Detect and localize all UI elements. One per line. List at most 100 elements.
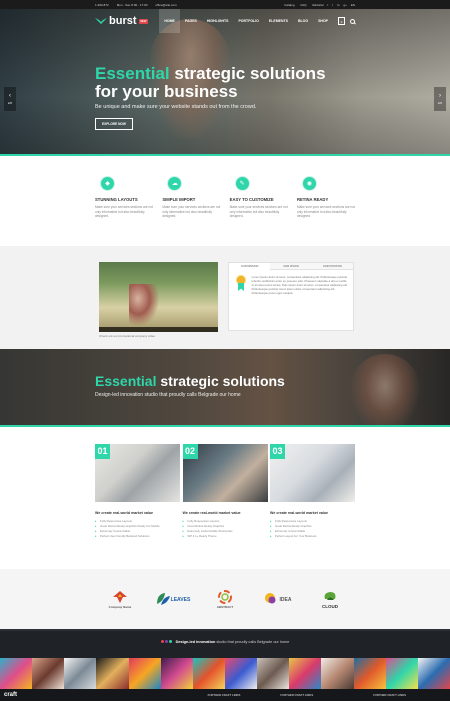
features-section: ◆ STUNNING LAYOUTS Make sure your servic… [0, 156, 450, 246]
card-number: 01 [95, 444, 110, 459]
video-caption: Check out our promotional company video [99, 334, 156, 338]
cloud-logo-icon [324, 592, 336, 600]
client-logo-leaves[interactable]: LEAVES [153, 592, 193, 606]
eye-icon: ◉ [301, 176, 317, 191]
instagram-gallery [0, 658, 450, 689]
gallery-image[interactable] [289, 658, 322, 689]
client-label: IDEA [279, 596, 292, 603]
footer-brand[interactable]: craft [4, 692, 17, 698]
card-image[interactable]: 03 [270, 444, 355, 502]
hours-text: Mon - Sat, 8:00 - 17:00 [116, 2, 148, 7]
nav-item-home[interactable]: HOME [159, 9, 180, 33]
explore-now-button[interactable]: EXPLORE NOW [95, 118, 133, 130]
gallery-image[interactable] [64, 658, 97, 689]
client-logos: Company Name LEAVES ABSTRACT IDEA CLOUD [0, 569, 450, 629]
slider-prev-button[interactable]: ‹ 2/2 [4, 87, 16, 111]
nav-item-portfolio[interactable]: PORTFOLIO [233, 9, 263, 33]
tab-our-mission[interactable]: OUR MISSION [229, 263, 271, 270]
gallery-image[interactable] [417, 658, 450, 689]
topbar-link-editorial[interactable]: Editorial [313, 3, 324, 7]
client-logo-cloud[interactable]: CLOUD [310, 589, 350, 609]
pencil-icon: ✎ [234, 176, 250, 191]
eagle-logo-icon [113, 590, 127, 603]
topbar-link-catalog[interactable]: Catalog [284, 3, 294, 7]
promo-video-player[interactable] [99, 262, 218, 332]
hero-subtitle: Be unique and make sure your website sta… [95, 104, 257, 110]
diamond-icon: ◆ [100, 176, 115, 191]
gallery-image[interactable] [257, 658, 290, 689]
gallery-image[interactable] [128, 658, 161, 689]
card-image[interactable]: 01 [95, 444, 180, 502]
footer-bottom: craft FURTHER CRAFT LINKS FURTHER CRAFT … [0, 689, 450, 701]
gallery-image[interactable] [385, 658, 418, 689]
client-label: ABSTRACT [216, 604, 234, 609]
tab-our-vision[interactable]: OUR VISION [270, 263, 312, 270]
list-item: WP 4.1+ Ready Theme [183, 534, 268, 539]
cart-icon[interactable]: 0 [338, 17, 345, 25]
card-list: Fully Responsive Layouts Great Retina Re… [183, 519, 268, 539]
card-list: Fully Responsive Layouts Great Retina Re… [270, 519, 355, 539]
client-logo-company[interactable]: Company Name [100, 590, 140, 609]
nav-item-highlights[interactable]: HIGHLIGHTS [202, 9, 234, 33]
idea-logo-icon [264, 593, 276, 604]
leaves-logo-icon [156, 593, 170, 605]
googleplus-icon[interactable]: g+ [343, 3, 346, 7]
tab-our-position[interactable]: OUR POSITION [311, 263, 353, 270]
slider-next-button[interactable]: › 2/2 [434, 87, 446, 111]
tabs-panel: OUR MISSION OUR VISION OUR POSITION Lore… [228, 262, 354, 331]
nav-item-shop[interactable]: SHOP [313, 9, 333, 33]
card-number: 02 [182, 444, 198, 459]
hero-slider: burst NEW HOME PAGES HIGHLIGHTS PORTFOLI… [0, 9, 450, 156]
client-logo-idea[interactable]: IDEA [258, 592, 298, 606]
card-image[interactable]: 02 [182, 444, 268, 502]
gallery-image[interactable] [353, 658, 386, 689]
gallery-image[interactable] [96, 658, 129, 689]
banner-title: Essential strategic solutions [95, 373, 285, 389]
site-logo[interactable]: burst NEW [95, 15, 149, 27]
search-icon[interactable] [350, 18, 355, 24]
gallery-image[interactable] [321, 658, 354, 689]
facebook-icon[interactable]: f [327, 3, 328, 7]
chevron-right-icon: › [439, 93, 441, 99]
medal-icon [235, 275, 247, 291]
slide-counter-left: 2/2 [7, 101, 13, 105]
footer: Design-led innovation studio that proudl… [0, 629, 450, 689]
banner-content: Essential strategic solutions Design-led… [95, 373, 285, 398]
tab-row: OUR MISSION OUR VISION OUR POSITION [229, 263, 353, 270]
slide-counter-right: 2/2 [437, 101, 443, 105]
abstract-logo-icon [218, 589, 232, 604]
video-controls-bar[interactable] [99, 327, 218, 332]
client-logo-abstract[interactable]: ABSTRACT [205, 589, 245, 609]
email-link[interactable]: office@site.com [155, 3, 176, 7]
feature-title: STUNNING LAYOUTS [95, 197, 138, 202]
client-label: CLOUD [322, 604, 338, 609]
feature-desc: Make sure your services sections are not… [162, 205, 221, 218]
footer-tagline-rest: studio that proudly calls Belgrade our h… [215, 640, 290, 644]
cards-section: 01 We create real-world market value Ful… [0, 427, 450, 569]
twitter-icon[interactable]: t [332, 3, 333, 7]
gallery-image[interactable] [224, 658, 258, 689]
footer-tagline: Design-led innovation studio that proudl… [0, 640, 450, 644]
nav-item-pages[interactable]: PAGES [180, 9, 202, 33]
gallery-image[interactable] [192, 658, 225, 689]
gallery-image[interactable] [32, 658, 65, 689]
chevron-left-icon: ‹ [9, 93, 11, 99]
language-selector[interactable]: EN [351, 3, 355, 7]
gallery-image[interactable] [0, 658, 33, 689]
linkedin-icon[interactable]: in [337, 3, 339, 7]
footer-col-title: FURTHER CRAFT LINKS [373, 693, 406, 697]
menu: HOME PAGES HIGHLIGHTS PORTFOLIO ELEMENTS… [159, 9, 355, 33]
client-label: LEAVES [170, 596, 191, 603]
feature-item: ◉ RETINA READY Make sure your services s… [297, 176, 355, 246]
cloud-icon: ☁ [167, 176, 183, 191]
nav-item-blog[interactable]: BLOG [293, 9, 313, 33]
nav-item-elements[interactable]: ELEMENTS [264, 9, 293, 33]
feature-title: EASY TO CUSTOMIZE [229, 197, 274, 202]
footer-top-strip [0, 629, 450, 631]
feature-desc: Make sure your services sections are not… [229, 205, 288, 218]
topbar-link-faq[interactable]: FAQ [301, 3, 307, 7]
gallery-image[interactable] [160, 658, 193, 689]
feature-desc: Make sure your services sections are not… [296, 205, 355, 218]
hero-title-accent: Essential [95, 64, 170, 83]
card-number: 03 [270, 444, 285, 459]
